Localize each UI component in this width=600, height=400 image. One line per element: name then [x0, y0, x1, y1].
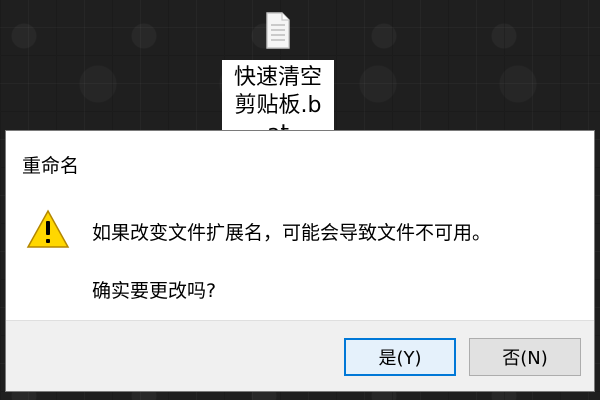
dialog-button-bar: 是(Y) 否(N)	[6, 320, 594, 391]
no-button[interactable]: 否(N)	[469, 338, 581, 376]
dialog-title: 重命名	[22, 155, 80, 177]
rename-dialog: 重命名 如果改变文件扩展名，可能会导致文件不可用。 确实要更改吗? 是(Y) 否…	[5, 130, 595, 392]
warning-icon	[26, 209, 70, 248]
desktop-file-item[interactable]: 快速清空剪贴板.bat	[222, 8, 334, 152]
yes-button[interactable]: 是(Y)	[344, 338, 456, 376]
text-file-icon	[266, 12, 290, 49]
warning-message: 如果改变文件扩展名，可能会导致文件不可用。	[92, 222, 492, 244]
confirmation-question: 确实要更改吗?	[92, 280, 217, 302]
